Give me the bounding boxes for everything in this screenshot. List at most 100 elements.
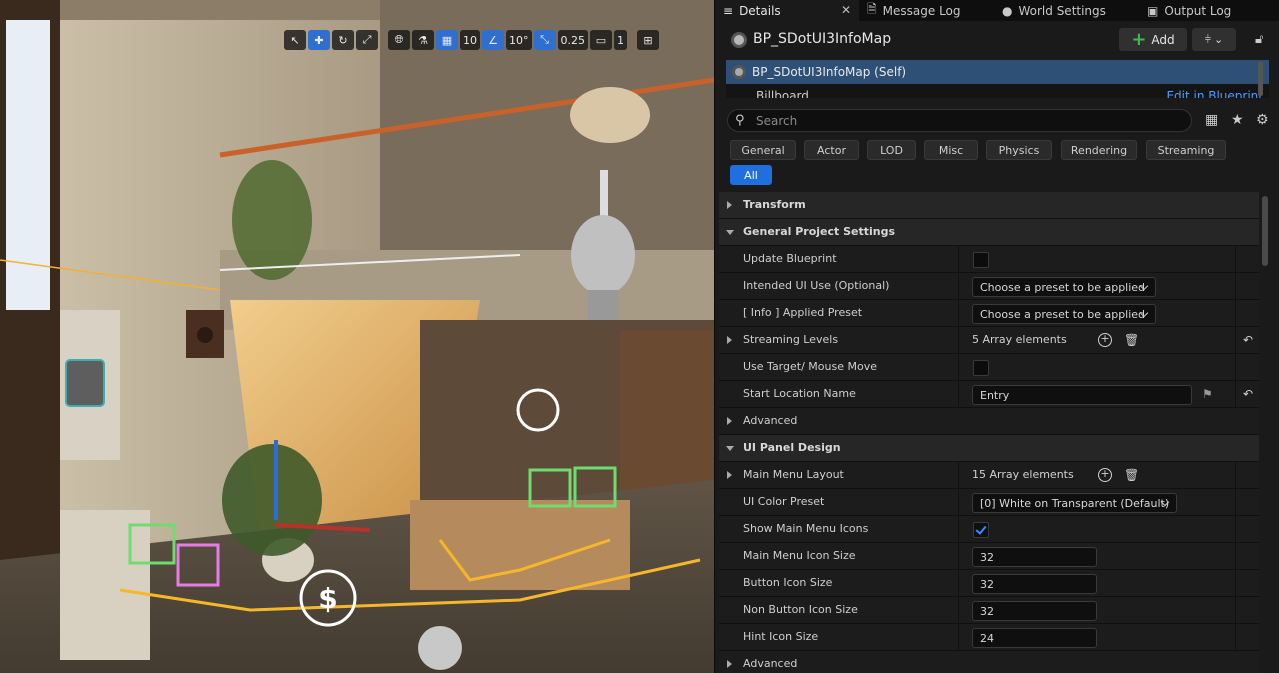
button-icon-size-input[interactable]: 32 [972,574,1097,594]
tab-details[interactable]: ≡ Details ✕ [715,0,859,21]
grid-snap-icon[interactable]: ▦ [436,30,458,50]
property-main-menu-icon-size: Main Menu Icon Size 32 [719,543,1259,570]
viewport-scene: $ [0,0,714,673]
chevron-down-icon [726,446,734,451]
property-show-main-menu-icons: Show Main Menu Icons [719,516,1259,543]
filter-all[interactable]: All [730,165,772,185]
section-label: Advanced [743,414,798,427]
update-blueprint-checkbox[interactable] [973,252,989,268]
trash-icon[interactable]: 🗑︎ [1124,333,1139,347]
reset-to-default-icon[interactable]: ↶ [1243,333,1253,347]
component-tree-scrollbar[interactable] [1258,62,1263,96]
scale-snap-value[interactable]: 0.25 [557,30,588,50]
component-label: BP_SDotUI3InfoMap (Self) [752,65,907,79]
translate-mode-icon[interactable]: ✚ [308,30,330,50]
lock-icon[interactable]: 🔓︎ [1255,32,1263,47]
add-element-icon[interactable]: + [1098,468,1112,482]
flag-icon[interactable]: ⚑ [1202,387,1213,401]
property-label: Start Location Name [743,387,856,400]
info-applied-preset-dropdown[interactable]: Choose a preset to be applied [972,304,1156,324]
property-label: Main Menu Icon Size [743,549,856,562]
input-value: 32 [980,550,994,564]
add-element-icon[interactable]: + [1098,333,1112,347]
property-main-menu-layout[interactable]: Main Menu Layout 15 Array elements + 🗑︎ [719,462,1259,489]
world-space-icon[interactable]: 🌐︎ [388,30,410,50]
surface-snap-icon[interactable]: ⚗ [412,30,434,50]
tab-bar: ≡ Details ✕ 🗎︎ Message Log ● World Setti… [715,0,1279,21]
scale-mode-icon[interactable]: ⤢ [356,30,378,50]
non-button-icon-size-input[interactable]: 32 [972,601,1097,621]
table-view-icon[interactable]: ▦ [1205,112,1218,128]
property-label: Intended UI Use (Optional) [743,279,890,292]
property-use-target-mouse-move: Use Target/ Mouse Move [719,354,1259,381]
reset-to-default-icon[interactable]: ↶ [1243,387,1253,401]
message-log-icon: 🗎︎ [867,2,877,16]
chevron-down-icon: ⌄ [1214,33,1224,46]
blueprint-options-button[interactable]: ⫩ ⌄ [1192,28,1236,51]
viewport-layout-icon[interactable]: ⊞ [637,30,659,50]
start-location-name-input[interactable]: Entry [972,385,1192,405]
component-label: Billboard [756,89,809,98]
camera-speed-icon[interactable]: ▭ [590,30,612,50]
tab-label: World Settings [1018,3,1106,18]
camera-speed-value[interactable]: 1 [614,30,627,50]
filter-misc[interactable]: Misc [924,140,978,160]
property-non-button-icon-size: Non Button Icon Size 32 [719,597,1259,624]
advanced-section[interactable]: Advanced [719,408,1259,435]
grid-snap-value[interactable]: 10 [460,30,480,50]
search-input[interactable] [756,113,1176,128]
gear-icon[interactable]: ⚙ [1256,112,1269,128]
select-mode-icon[interactable]: ↖ [284,30,306,50]
advanced-section[interactable]: Advanced [719,651,1259,673]
search-icon: ⚲ [735,113,745,128]
category-label: UI Panel Design [743,441,841,454]
rotation-snap-value[interactable]: 10° [506,30,532,50]
property-streaming-levels[interactable]: Streaming Levels 5 Array elements + 🗑︎ ↶ [719,327,1259,354]
intended-ui-use-dropdown[interactable]: Choose a preset to be applied [972,277,1156,297]
category-general-project-settings[interactable]: General Project Settings [719,219,1259,246]
tab-world-settings[interactable]: ● World Settings [994,0,1139,21]
filter-actor[interactable]: Actor [804,140,859,160]
actor-name: BP_SDotUI3InfoMap [753,31,892,47]
tab-label: Output Log [1164,3,1232,18]
star-icon[interactable]: ★ [1231,112,1244,128]
filter-general[interactable]: General [730,140,796,160]
component-item-billboard[interactable]: Billboard Edit in Blueprint [726,84,1269,98]
add-component-button[interactable]: + Add [1119,28,1187,51]
property-hint-icon-size: Hint Icon Size 24 [719,624,1259,651]
property-label: UI Color Preset [743,495,825,508]
category-ui-panel-design[interactable]: UI Panel Design [719,435,1259,462]
component-item-self[interactable]: BP_SDotUI3InfoMap (Self) [726,60,1269,84]
properties-scrollbar[interactable] [1262,196,1268,266]
blueprint-icon: ⫩ [1204,32,1212,46]
filter-rendering[interactable]: Rendering [1061,140,1137,160]
plus-icon: + [1131,28,1147,50]
rotate-mode-icon[interactable]: ↻ [332,30,354,50]
main-menu-icon-size-input[interactable]: 32 [972,547,1097,567]
property-intended-ui-use: Intended UI Use (Optional) Choose a pres… [719,273,1259,300]
tab-output-log[interactable]: ▣ Output Log [1139,0,1269,21]
category-transform[interactable]: Transform [719,192,1259,219]
hint-icon-size-input[interactable]: 24 [972,628,1097,648]
edit-in-blueprint-link[interactable]: Edit in Blueprint [1166,89,1263,98]
filter-physics[interactable]: Physics [986,140,1052,160]
viewport-toolbar: ↖ ✚ ↻ ⤢ 🌐︎ ⚗ ▦ 10 ∠ 10° ⤡ 0.25 ▭ 1 ⊞ [284,30,659,50]
property-label: Main Menu Layout [743,468,844,481]
trash-icon[interactable]: 🗑︎ [1124,468,1139,482]
scale-snap-icon[interactable]: ⤡ [533,30,556,50]
section-label: Advanced [743,657,798,670]
use-target-mouse-move-checkbox[interactable] [973,360,989,376]
filter-lod[interactable]: LOD [867,140,916,160]
level-viewport[interactable]: $ ↖ ✚ ↻ ⤢ 🌐︎ ⚗ ▦ 10 ∠ 10° ⤡ 0.25 ▭ 1 ⊞ [0,0,714,673]
actor-icon [731,32,747,48]
search-box: ⚲ [727,109,1192,132]
component-tree: BP_SDotUI3InfoMap (Self) Billboard Edit … [726,60,1269,98]
ui-color-preset-dropdown[interactable]: [0] White on Transparent (Default) [972,493,1177,513]
close-icon[interactable]: ✕ [841,3,851,17]
show-main-menu-icons-checkbox[interactable] [973,522,989,538]
rotation-snap-icon[interactable]: ∠ [482,30,504,50]
filter-streaming[interactable]: Streaming [1146,140,1226,160]
input-value: 32 [980,604,994,618]
property-update-blueprint: Update Blueprint [719,246,1259,273]
tab-message-log[interactable]: 🗎︎ Message Log [859,0,994,21]
